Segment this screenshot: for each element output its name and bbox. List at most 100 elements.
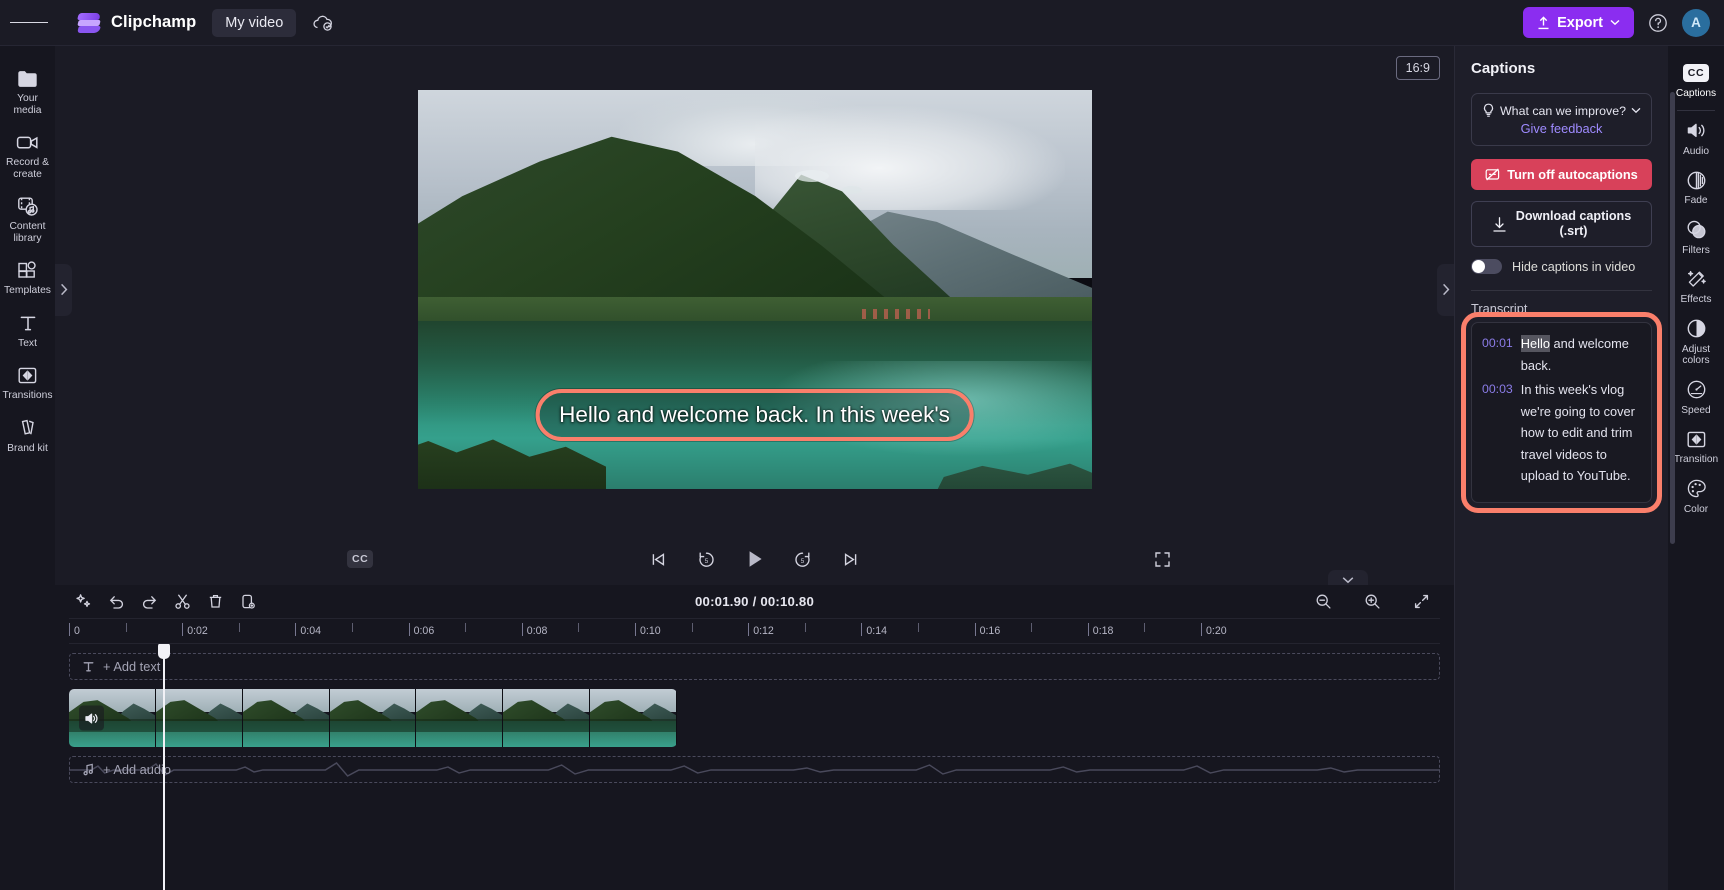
transcript-entry[interactable]: 00:01 Hello and welcome back. bbox=[1482, 333, 1641, 376]
play-icon bbox=[749, 551, 762, 567]
sidebar-item-your-media[interactable]: Your media bbox=[0, 60, 55, 122]
sidebar-item-brand-kit[interactable]: Brand kit bbox=[0, 410, 55, 461]
chevron-down-icon bbox=[1610, 19, 1620, 26]
feedback-card[interactable]: What can we improve? Give feedback bbox=[1471, 93, 1652, 146]
ruler-tick bbox=[182, 623, 184, 636]
ruler-tick bbox=[1087, 623, 1089, 636]
auto-compose-button[interactable] bbox=[69, 589, 98, 615]
zoom-out-button[interactable] bbox=[1309, 589, 1338, 615]
ruler-tick-label: 0:20 bbox=[1206, 625, 1227, 637]
transcript-text[interactable]: In this week's vlog we're going to cover… bbox=[1521, 379, 1641, 487]
ruler-tick bbox=[408, 623, 410, 636]
split-button[interactable] bbox=[168, 589, 197, 615]
zoom-in-button[interactable] bbox=[1358, 589, 1387, 615]
avatar[interactable]: A bbox=[1682, 8, 1710, 37]
collapse-right-panel-button[interactable] bbox=[1437, 263, 1454, 316]
delete-button[interactable] bbox=[201, 589, 230, 615]
export-button[interactable]: Export bbox=[1523, 7, 1634, 38]
ruler-tick bbox=[1201, 623, 1202, 636]
add-audio-label: + Add audio bbox=[103, 762, 171, 777]
sidebar-item-label: Speed bbox=[1681, 404, 1711, 416]
undo-button[interactable] bbox=[102, 589, 131, 615]
sidebar-item-text[interactable]: Text bbox=[0, 305, 55, 356]
transcript-entry[interactable]: 00:03 In this week's vlog we're going to… bbox=[1482, 379, 1641, 487]
video-preview[interactable]: Hello and welcome back. In this week's bbox=[417, 90, 1092, 489]
previous-frame-button[interactable] bbox=[646, 546, 672, 572]
speaker-icon[interactable] bbox=[79, 705, 104, 731]
add-text-button[interactable]: + Add text bbox=[69, 653, 1440, 680]
transcript-timestamp[interactable]: 00:01 bbox=[1482, 333, 1513, 376]
download-icon bbox=[1493, 216, 1506, 232]
give-feedback-link[interactable]: Give feedback bbox=[1480, 121, 1643, 136]
ruler-tick-label: 0:04 bbox=[300, 625, 322, 637]
templates-icon bbox=[17, 259, 38, 281]
sidebar-item-transition[interactable]: Transition bbox=[1668, 421, 1724, 471]
sidebar-item-adjust-colors[interactable]: Adjust colors bbox=[1668, 311, 1724, 372]
transcript-box[interactable]: 00:01 Hello and welcome back. 00:03 In t… bbox=[1461, 312, 1662, 513]
fit-to-timeline-button[interactable] bbox=[1407, 589, 1436, 615]
hide-captions-toggle[interactable]: Hide captions in video bbox=[1471, 259, 1652, 274]
playhead[interactable] bbox=[157, 644, 170, 890]
top-bar: Clipchamp My video Export A bbox=[0, 0, 1724, 46]
sidebar-item-templates[interactable]: Templates bbox=[0, 252, 55, 303]
project-name-input[interactable]: My video bbox=[212, 8, 297, 37]
play-button[interactable] bbox=[742, 546, 768, 572]
cc-toggle-button[interactable]: CC bbox=[347, 550, 374, 568]
duplicate-button[interactable] bbox=[234, 589, 263, 615]
forward-5s-icon: 5 bbox=[795, 552, 810, 567]
clip-thumbnail bbox=[329, 689, 417, 747]
sidebar-item-label: Adjust colors bbox=[1681, 343, 1711, 367]
timeline-toolbar: 00:01.90 / 00:10.80 bbox=[55, 585, 1454, 618]
transcript-text[interactable]: Hello and welcome back. bbox=[1520, 333, 1641, 376]
help-circle-icon[interactable] bbox=[1646, 11, 1670, 35]
sidebar-item-label: Fade bbox=[1684, 195, 1708, 206]
content-library-icon bbox=[17, 195, 39, 217]
video-clip[interactable] bbox=[69, 689, 677, 747]
sidebar-item-effects[interactable]: Effects bbox=[1668, 261, 1724, 311]
cloud-saved-icon[interactable] bbox=[310, 10, 336, 36]
caption-overlay[interactable]: Hello and welcome back. In this week's bbox=[535, 389, 974, 441]
ruler-minor-tick bbox=[125, 623, 127, 632]
upload-icon bbox=[1538, 15, 1549, 29]
toggle-switch[interactable] bbox=[1471, 259, 1502, 274]
aspect-ratio-button[interactable]: 16:9 bbox=[1395, 56, 1440, 80]
transcript-label: Transcript bbox=[1471, 301, 1528, 316]
transcript-timestamp[interactable]: 00:03 bbox=[1482, 379, 1513, 487]
sidebar-item-label: Color bbox=[1683, 503, 1709, 515]
sidebar-item-speed[interactable]: Speed bbox=[1668, 372, 1724, 422]
ruler-tick-label: 0:14 bbox=[866, 625, 888, 637]
ruler-tick bbox=[635, 623, 636, 636]
transitions-icon bbox=[17, 364, 38, 386]
player-controls-bar: CC 5 5 bbox=[55, 533, 1454, 589]
sidebar-item-audio[interactable]: Audio bbox=[1668, 113, 1724, 163]
ruler-minor-tick bbox=[691, 623, 693, 632]
sidebar-item-content-library[interactable]: Content library bbox=[0, 188, 55, 250]
turn-off-autocaptions-button[interactable]: Turn off autocaptions bbox=[1471, 159, 1652, 190]
hamburger-menu-icon[interactable] bbox=[10, 6, 49, 40]
right-sidebar-scrollbar[interactable] bbox=[1670, 92, 1675, 544]
sidebar-item-fade[interactable]: Fade bbox=[1668, 162, 1724, 212]
rail-divider bbox=[1677, 109, 1715, 111]
collapse-left-panel-button[interactable] bbox=[55, 263, 72, 316]
redo-button[interactable] bbox=[135, 589, 164, 615]
sidebar-item-label: Audio bbox=[1682, 145, 1710, 157]
panel-divider bbox=[1471, 290, 1652, 291]
sidebar-item-filters[interactable]: Filters bbox=[1668, 212, 1724, 262]
add-audio-button[interactable]: + Add audio bbox=[69, 756, 1440, 783]
sidebar-item-color[interactable]: Color bbox=[1668, 471, 1724, 521]
forward-5-seconds-button[interactable]: 5 bbox=[790, 546, 816, 572]
playhead-handle[interactable] bbox=[157, 644, 170, 659]
fullscreen-button[interactable] bbox=[1150, 547, 1174, 571]
timeline-ruler[interactable]: 0 0:02 0:04 0:06 0:08 0:10 0:12 0:14 0:16 0:18 0:2… bbox=[69, 618, 1440, 644]
next-frame-button[interactable] bbox=[838, 546, 864, 572]
sidebar-item-transitions[interactable]: Transitions bbox=[0, 357, 55, 408]
rewind-5-seconds-button[interactable]: 5 bbox=[694, 546, 720, 572]
svg-text:5: 5 bbox=[705, 557, 709, 564]
chevron-down-icon bbox=[1631, 107, 1641, 114]
svg-text:5: 5 bbox=[801, 557, 805, 564]
sidebar-item-captions[interactable]: CC Captions bbox=[1668, 55, 1724, 105]
current-time: 00:01.90 bbox=[695, 594, 749, 609]
sidebar-item-record-and-create[interactable]: Record & create bbox=[0, 124, 55, 186]
time-separator: / bbox=[752, 594, 757, 609]
download-captions-button[interactable]: Download captions (.srt) bbox=[1471, 201, 1652, 247]
